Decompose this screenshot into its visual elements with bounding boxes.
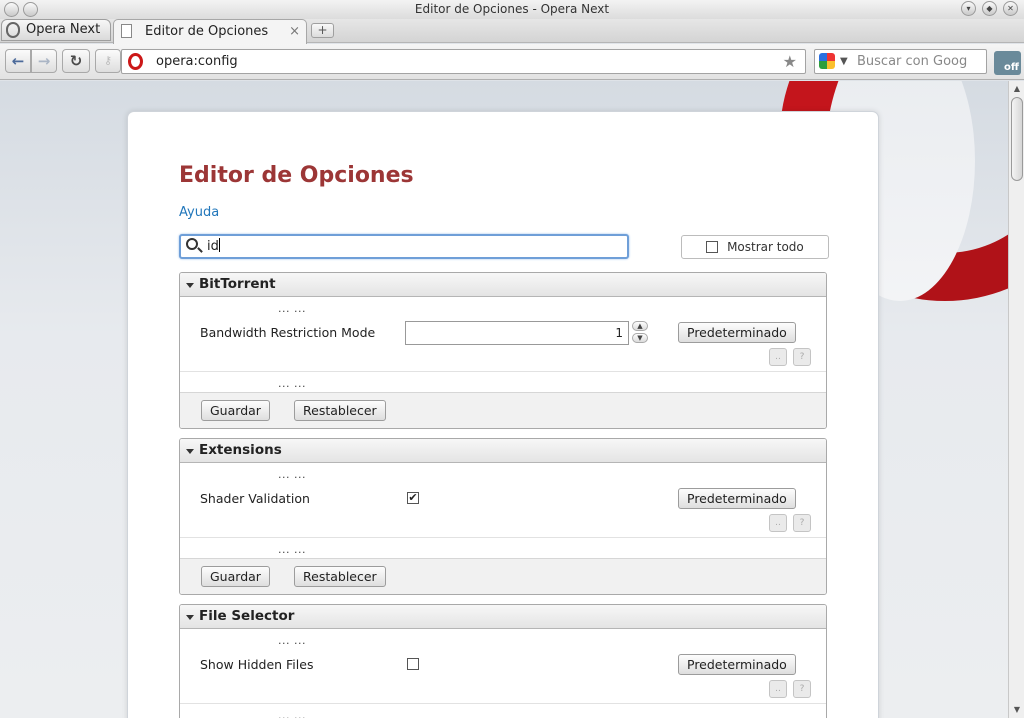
pref-help-button[interactable]: ? [793,514,811,532]
ellipsis-bottom: ... ... [278,377,306,390]
collapse-triangle-icon[interactable] [186,615,194,620]
section-title: BitTorrent [199,276,276,292]
content-card: Editor de Opciones Ayuda id Mostrar todo… [127,111,879,718]
ellipsis-bottom: ... ... [278,543,306,556]
section-footer: Guardar Restablecer [180,558,826,594]
ellipsis-top: ... ... [278,302,306,315]
minimize-button[interactable]: ▾ [961,1,976,16]
search-icon [186,238,198,250]
reset-button[interactable]: Restablecer [294,566,386,587]
opera-turbo-button[interactable]: off [994,51,1021,75]
help-link[interactable]: Ayuda [179,205,219,220]
tab-label: Editor de Opciones [145,24,269,39]
reload-button[interactable]: ↻ [62,49,90,73]
save-button[interactable]: Guardar [201,400,270,421]
opera-badge-icon [128,53,143,70]
page-viewport: Editor de Opciones Ayuda id Mostrar todo… [0,81,1008,718]
pref-label: Shader Validation [200,491,310,506]
opera-menu-label: Opera Next [26,22,101,37]
window-title: Editor de Opciones - Opera Next [414,2,610,16]
collapse-triangle-icon[interactable] [186,283,194,288]
window-menu-button[interactable] [4,2,19,17]
divider [180,371,826,372]
pref-checkbox[interactable]: ✔ [407,492,419,504]
google-icon [819,53,835,69]
ellipsis-top: ... ... [278,634,306,647]
pref-checkbox[interactable] [407,658,419,670]
search-field[interactable]: ▼ Buscar con Goog [814,49,987,74]
spin-down-icon[interactable]: ▼ [632,333,648,343]
number-spinner[interactable]: ▲ ▼ [632,321,648,345]
tab-editor-de-opciones[interactable]: Editor de Opciones × [113,19,307,44]
divider [180,537,826,538]
section-file-selector: File Selector ... ... Show Hidden Files … [179,604,827,718]
tab-close-icon[interactable]: × [289,20,300,44]
bookmark-star-icon[interactable]: ★ [783,50,797,73]
new-tab-button[interactable]: + [311,23,334,38]
save-button[interactable]: Guardar [201,566,270,587]
search-placeholder: Buscar con Goog [857,54,968,69]
pref-help-button[interactable]: ? [793,680,811,698]
forward-button[interactable]: → [31,49,57,73]
section-title: Extensions [199,442,282,458]
section-footer: Guardar Restablecer [180,392,826,428]
section-header[interactable]: BitTorrent [180,273,826,297]
close-window-button[interactable]: ✕ [1003,1,1018,16]
divider [180,703,826,704]
pref-info-button[interactable]: .. [769,514,787,532]
window-pin-button[interactable] [23,2,38,17]
spin-up-icon[interactable]: ▲ [632,321,648,331]
default-button[interactable]: Predeterminado [678,488,796,509]
section-header[interactable]: File Selector [180,605,826,629]
maximize-button[interactable]: ◆ [982,1,997,16]
section-bittorrent: BitTorrent ... ... Bandwidth Restriction… [179,272,827,429]
page-icon [121,24,132,38]
pref-info-button[interactable]: .. [769,680,787,698]
search-input[interactable]: id [179,234,629,259]
default-button[interactable]: Predeterminado [678,654,796,675]
search-engine-dropdown-icon[interactable]: ▼ [840,50,848,73]
section-header[interactable]: Extensions [180,439,826,463]
show-all-toggle[interactable]: Mostrar todo [681,235,829,259]
search-input-value: id [207,239,219,254]
back-button[interactable]: ← [5,49,31,73]
scroll-up-arrow-icon[interactable]: ▲ [1011,83,1023,95]
pref-label: Bandwidth Restriction Mode [200,325,376,340]
scroll-thumb[interactable] [1011,97,1023,181]
address-text: opera:config [156,54,238,69]
pref-info-button[interactable]: .. [769,348,787,366]
reset-button[interactable]: Restablecer [294,400,386,421]
scroll-down-arrow-icon[interactable]: ▼ [1011,704,1023,716]
page-title: Editor de Opciones [179,163,414,188]
ellipsis-top: ... ... [278,468,306,481]
tab-bar: Opera Next Editor de Opciones × + [0,19,1024,44]
default-button[interactable]: Predeterminado [678,322,796,343]
address-field[interactable]: opera:config ★ [121,49,806,74]
pref-number-input[interactable]: 1 [405,321,629,345]
section-title: File Selector [199,608,295,624]
navigation-toolbar: ← → ↻ ⚷ opera:config ★ ▼ Buscar con Goog… [0,44,1024,80]
key-icon[interactable]: ⚷ [95,49,121,73]
show-all-checkbox[interactable] [706,241,719,253]
section-extensions: Extensions ... ... Shader Validation ✔ P… [179,438,827,595]
window-title-bar: Editor de Opciones - Opera Next ▾ ◆ ✕ [0,0,1024,19]
pref-help-button[interactable]: ? [793,348,811,366]
opera-logo-icon [6,22,20,38]
collapse-triangle-icon[interactable] [186,449,194,454]
vertical-scrollbar[interactable]: ▲ ▼ [1008,81,1024,718]
text-caret [218,238,220,252]
pref-label: Show Hidden Files [200,657,314,672]
show-all-label: Mostrar todo [727,240,804,254]
ellipsis-bottom: ... ... [278,709,306,718]
opera-menu-button[interactable]: Opera Next [1,19,111,41]
